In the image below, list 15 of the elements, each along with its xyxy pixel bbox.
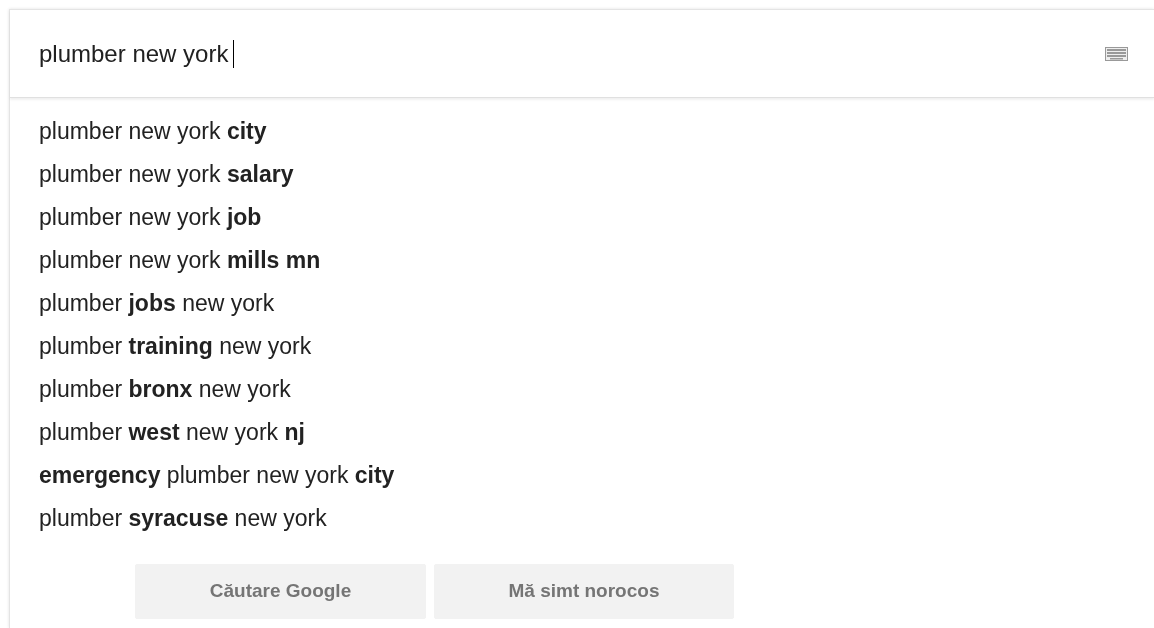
- suggestion-item[interactable]: emergency plumber new york city: [39, 454, 1154, 497]
- suggestion-item[interactable]: plumber new york job: [39, 196, 1154, 239]
- suggestion-item[interactable]: plumber bronx new york: [39, 368, 1154, 411]
- suggestion-item[interactable]: plumber training new york: [39, 325, 1154, 368]
- suggestion-item[interactable]: plumber jobs new york: [39, 282, 1154, 325]
- keyboard-icon[interactable]: [1105, 46, 1128, 61]
- suggestion-item[interactable]: plumber new york city: [39, 110, 1154, 153]
- suggestion-item[interactable]: plumber west new york nj: [39, 411, 1154, 454]
- suggestion-item[interactable]: plumber syracuse new york: [39, 497, 1154, 540]
- lucky-button[interactable]: Mă simt norocos: [434, 564, 734, 619]
- search-button[interactable]: Căutare Google: [135, 564, 426, 619]
- text-cursor: [233, 39, 235, 68]
- suggestion-item[interactable]: plumber new york salary: [39, 153, 1154, 196]
- search-field[interactable]: plumber new york: [39, 35, 234, 72]
- suggestion-item[interactable]: plumber new york mills mn: [39, 239, 1154, 282]
